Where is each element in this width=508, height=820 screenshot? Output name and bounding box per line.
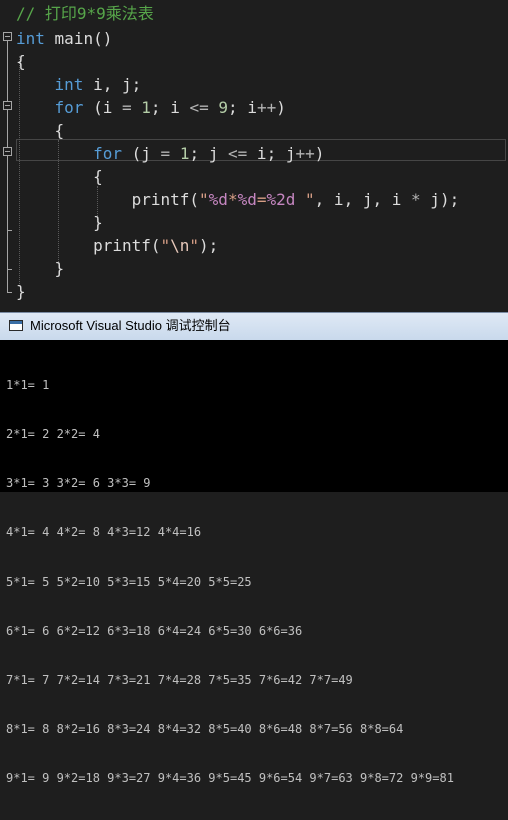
console-titlebar[interactable]: Microsoft Visual Studio 调试控制台 xyxy=(0,312,508,340)
output-line: 9*1= 9 9*2=18 9*3=27 9*4=36 9*5=45 9*6=5… xyxy=(6,771,454,786)
code-line-10: } xyxy=(16,213,103,232)
keyword-for: for xyxy=(93,144,122,163)
output-line: 5*1= 5 5*2=10 5*3=15 5*4=20 5*5=25 xyxy=(6,574,252,589)
output-line: 7*1= 7 7*2=14 7*3=21 7*4=28 7*5=35 7*6=4… xyxy=(6,673,353,688)
debug-console-window[interactable]: Microsoft Visual Studio 调试控制台 1*1= 1 2*1… xyxy=(0,312,508,785)
output-line: 8*1= 8 8*2=16 8*3=24 8*4=32 8*5=40 8*6=4… xyxy=(6,722,404,737)
code-line-8: { xyxy=(16,167,103,186)
code-line-11: printf("\n"); xyxy=(93,236,219,255)
code-line-7: for (j = 1; j <= i; j++) xyxy=(93,144,325,163)
console-output: 1*1= 1 2*1= 2 2*2= 4 3*1= 3 3*2= 6 3*3= … xyxy=(6,344,454,820)
code-line-3: { xyxy=(16,52,26,71)
code-line-2: int main() xyxy=(16,29,113,48)
output-line: 6*1= 6 6*2=12 6*3=18 6*4=24 6*5=30 6*6=3… xyxy=(6,623,303,638)
code-line-4: int i, j; xyxy=(54,75,142,94)
keyword-for: for xyxy=(54,98,84,117)
keyword-int: int xyxy=(16,29,45,48)
output-line: 4*1= 4 4*2= 8 4*3=12 4*4=16 xyxy=(6,525,202,540)
output-line: 2*1= 2 2*2= 4 xyxy=(6,427,100,442)
function-printf: printf xyxy=(93,236,151,255)
console-title: Microsoft Visual Studio 调试控制台 xyxy=(30,318,231,333)
code-line-5: for (i = 1; i <= 9; i++) xyxy=(54,98,286,117)
output-line: 3*1= 3 3*2= 6 3*3= 9 xyxy=(6,476,151,491)
code-line-9: printf("%d*%d=%2d ", i, j, i * j); xyxy=(131,190,460,209)
code-line-12: } xyxy=(16,259,65,278)
function-printf: printf xyxy=(131,190,190,209)
code-line-6: { xyxy=(16,121,65,140)
console-window-icon xyxy=(9,320,23,331)
code-line-1: // 打印9*9乘法表 xyxy=(0,2,508,25)
code-line-13: } xyxy=(16,282,26,301)
output-line: 1*1= 1 xyxy=(6,377,50,392)
code-editor[interactable]: // 打印9*9乘法表 int main() { int i, j; for (… xyxy=(0,0,508,308)
comment-text: // 打印9*9乘法表 xyxy=(16,4,154,23)
keyword-int: int xyxy=(54,75,84,94)
function-main: main xyxy=(54,29,94,48)
